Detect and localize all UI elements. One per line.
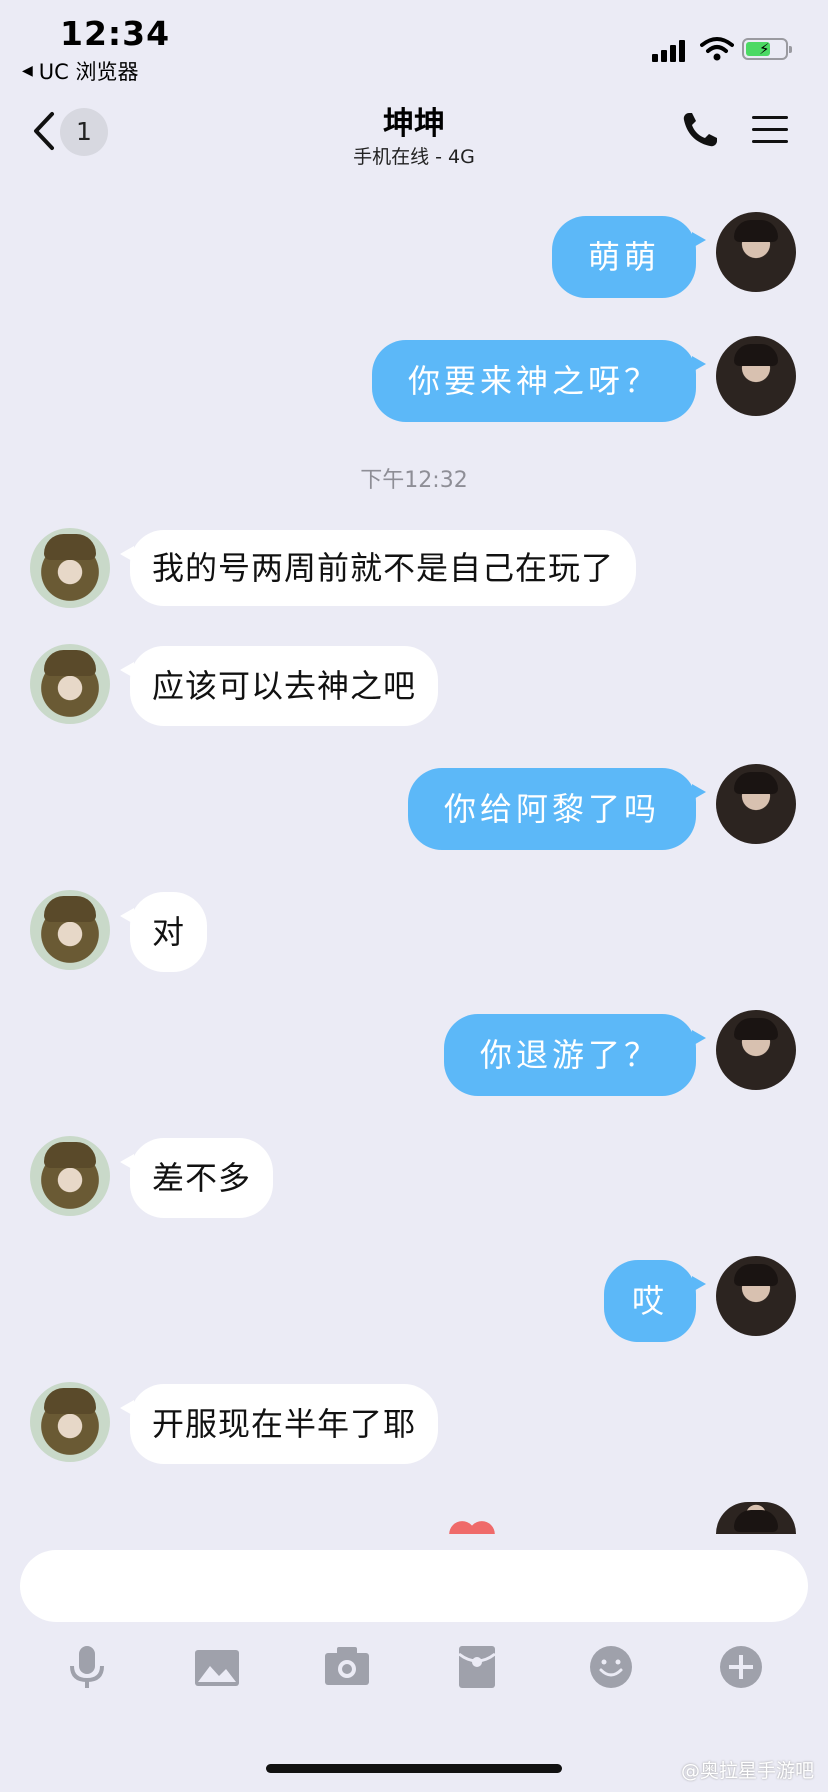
message-row-out: 你要来神之呀？ xyxy=(0,336,828,426)
my-avatar[interactable] xyxy=(716,1502,796,1534)
my-avatar[interactable] xyxy=(716,1256,796,1336)
message-row-out: 你给阿黎了吗 xyxy=(0,764,828,854)
message-bubble[interactable]: 萌萌 xyxy=(551,216,707,298)
my-avatar[interactable] xyxy=(716,336,796,416)
message-input[interactable] xyxy=(20,1550,808,1622)
contact-avatar[interactable] xyxy=(30,644,110,724)
message-row-in: 差不多 xyxy=(0,1134,828,1224)
back-triangle-icon: ◀ xyxy=(22,63,33,79)
my-avatar[interactable] xyxy=(716,1010,796,1090)
message-row-out: 哎 xyxy=(0,1256,828,1346)
contact-avatar[interactable] xyxy=(30,890,110,970)
watermark: @奥拉星手游吧 xyxy=(680,1760,814,1782)
contact-avatar[interactable] xyxy=(30,1136,110,1216)
message-timestamp: 下午12:32 xyxy=(360,468,468,493)
input-bar xyxy=(0,1534,828,1720)
message-bubble[interactable]: 我的号两周前就不是自己在玩了 xyxy=(119,530,637,606)
message-bubble[interactable]: 你退游了？ xyxy=(443,1014,707,1096)
message-bubble[interactable]: 你给阿黎了吗 xyxy=(407,768,707,850)
message-bubble[interactable]: 哎 xyxy=(603,1260,707,1342)
microphone-icon[interactable] xyxy=(62,1642,112,1692)
message-bubble[interactable]: 应该可以去神之吧 xyxy=(119,646,439,726)
message-row-out: 萌萌 xyxy=(0,212,828,302)
chat-header: 1 坤坤 手机在线 - 4G xyxy=(0,90,828,176)
my-avatar[interactable] xyxy=(716,212,796,292)
wifi-icon xyxy=(700,37,734,61)
plus-icon[interactable] xyxy=(716,1642,766,1692)
message-bubble[interactable]: 开服现在半年了耶 xyxy=(119,1384,439,1464)
signal-icon xyxy=(652,38,690,62)
contact-avatar[interactable] xyxy=(30,1382,110,1462)
red-envelope-icon[interactable] xyxy=(452,1642,502,1692)
camera-icon[interactable] xyxy=(322,1642,372,1692)
image-icon[interactable] xyxy=(192,1642,242,1692)
home-indicator[interactable] xyxy=(266,1764,562,1773)
status-bar: 12:34 ◀ UC 浏览器 ⚡ xyxy=(0,0,828,90)
message-row-in: 对 xyxy=(0,888,828,978)
battery-icon: ⚡ xyxy=(742,38,792,60)
status-time: 12:34 xyxy=(60,14,171,53)
input-toolbar xyxy=(0,1642,828,1702)
contact-avatar[interactable] xyxy=(30,528,110,608)
back-to-app-link[interactable]: ◀ UC 浏览器 xyxy=(22,56,139,86)
heart-sticker-icon[interactable] xyxy=(448,1516,498,1536)
message-row-in: 应该可以去神之吧 xyxy=(0,642,828,732)
menu-icon[interactable] xyxy=(752,112,788,148)
my-avatar[interactable] xyxy=(716,764,796,844)
message-bubble[interactable]: 差不多 xyxy=(119,1138,274,1218)
message-row-out: 你退游了？ xyxy=(0,1010,828,1100)
message-row-in: 开服现在半年了耶 xyxy=(0,1380,828,1470)
message-row-in: 我的号两周前就不是自己在玩了 xyxy=(0,526,828,616)
message-bubble[interactable]: 对 xyxy=(119,892,208,972)
message-bubble[interactable]: 你要来神之呀？ xyxy=(371,340,707,422)
emoji-icon[interactable] xyxy=(586,1642,636,1692)
phone-call-icon[interactable] xyxy=(680,110,720,150)
back-app-label: UC 浏览器 xyxy=(38,60,139,84)
